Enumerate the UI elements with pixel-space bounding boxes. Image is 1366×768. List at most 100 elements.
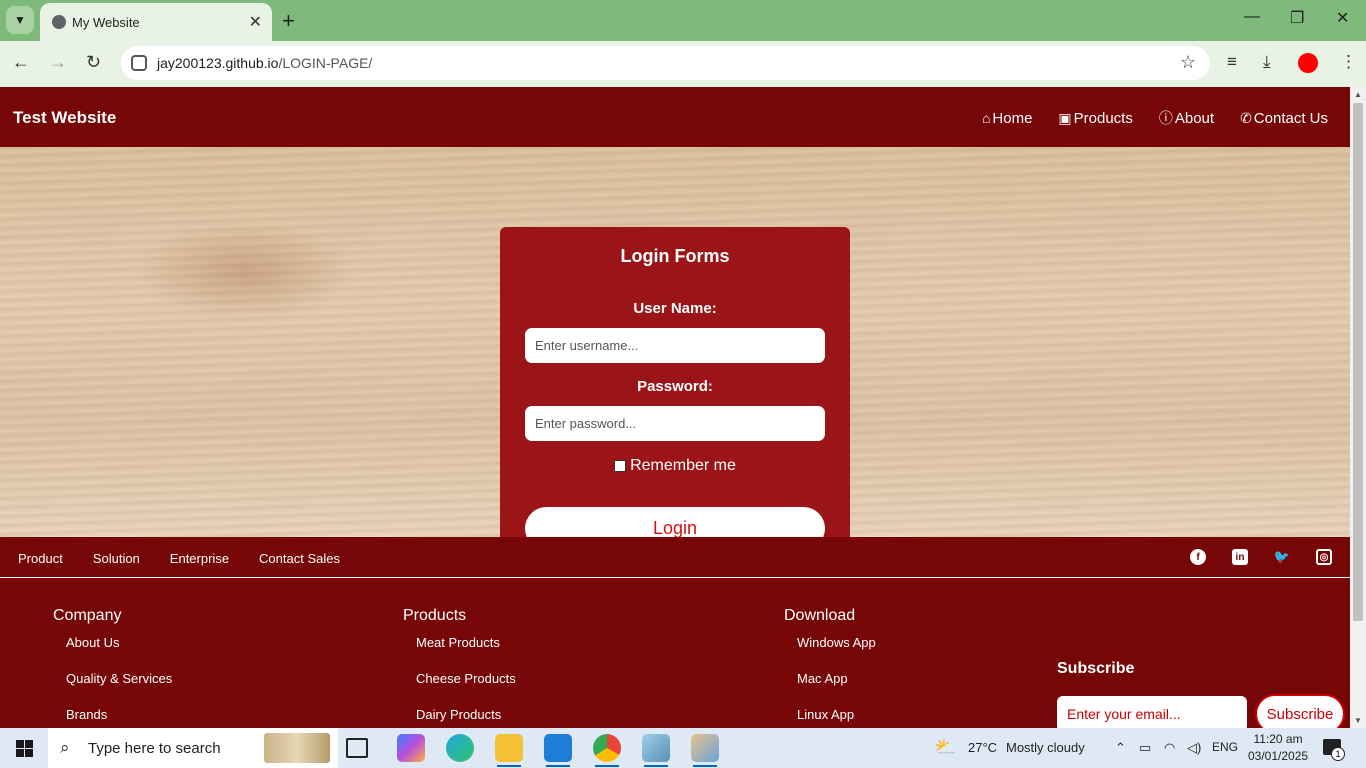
address-bar[interactable]: jay200123.github.io/LOGIN-PAGE/ ☆ [121, 46, 1210, 80]
username-label: User Name: [633, 300, 717, 317]
nav-contact-label: Contact Us [1253, 109, 1328, 127]
footer-link[interactable]: Windows App [797, 635, 876, 671]
footer-link[interactable]: Linux App [797, 707, 876, 728]
password-input[interactable]: Enter password... [525, 406, 825, 441]
paint-icon[interactable] [691, 734, 719, 767]
footer-top-links: Product Solution Enterprise Contact Sale… [18, 551, 340, 566]
taskbar-search-placeholder: Type here to search [88, 739, 221, 757]
footer-divider [0, 577, 1350, 578]
more-menu-icon[interactable]: ⋮ [1340, 52, 1357, 72]
footer-column-download: Download Windows App Mac App Linux App [784, 607, 876, 728]
subscribe-button[interactable]: Subscribe [1255, 694, 1345, 728]
chrome-icon[interactable] [593, 734, 621, 767]
site-header: Test Website ⌂ Home ▣ Products ⓘ About ✆ Con… [0, 87, 1350, 147]
footer-link[interactable]: Quality & Services [66, 671, 172, 707]
footer-link[interactable]: Dairy Products [416, 707, 516, 728]
edge-icon[interactable] [446, 734, 474, 762]
tab-title: My Website [72, 14, 140, 30]
remember-me: Remember me [500, 457, 850, 475]
linkedin-icon[interactable]: in [1232, 549, 1248, 565]
tab-search-button[interactable]: ▼ [6, 6, 34, 34]
site-nav: ⌂ Home ▣ Products ⓘ About ✆ Contact Us [982, 108, 1328, 128]
footer-link-solution[interactable]: Solution [93, 551, 140, 566]
site-info-icon[interactable] [131, 55, 147, 71]
url-host: jay200123.github.io [157, 55, 279, 71]
media-control-icon[interactable]: ≡ [1227, 52, 1237, 72]
login-form: Login Forms User Name: Enter username...… [500, 227, 850, 577]
browser-toolbar: ← → ↻ jay200123.github.io/LOGIN-PAGE/ ☆ … [0, 41, 1366, 87]
login-title: Login Forms [620, 246, 730, 266]
minimize-button[interactable]: — [1244, 8, 1260, 26]
scroll-down-icon[interactable]: ▼ [1354, 716, 1362, 725]
close-window-button[interactable]: ✕ [1336, 8, 1349, 28]
windows-start-icon[interactable] [16, 740, 33, 757]
forward-button[interactable]: → [49, 52, 67, 73]
system-clock[interactable]: 11:20 am 03/01/2025 [1248, 731, 1308, 765]
footer-link[interactable]: Mac App [797, 671, 876, 707]
footer-link-product[interactable]: Product [18, 551, 63, 566]
scroll-up-icon[interactable]: ▲ [1354, 90, 1362, 99]
nav-home-label: Home [992, 109, 1033, 127]
taskbar-search[interactable]: ⌕ Type here to search [48, 728, 338, 768]
copilot-icon[interactable] [397, 734, 425, 762]
password-label: Password: [637, 378, 713, 395]
nav-products[interactable]: ▣ Products [1058, 108, 1132, 128]
windows-taskbar: ⌕ Type here to search ⛅ 27°C Mostly clou… [0, 728, 1366, 768]
page-scrollbar[interactable]: ▲ ▼ [1350, 87, 1366, 728]
wood-background: Login Forms User Name: Enter username...… [0, 147, 1350, 577]
clock-time: 11:20 am [1253, 732, 1303, 746]
reload-button[interactable]: ↻ [86, 52, 101, 73]
restore-button[interactable]: ❐ [1290, 8, 1304, 28]
social-links: f in 🐦 ◎ [1190, 549, 1332, 565]
remember-me-checkbox[interactable] [614, 460, 627, 472]
file-explorer-icon[interactable] [495, 734, 523, 767]
task-view-icon[interactable] [346, 738, 368, 758]
footer-link[interactable]: About Us [66, 635, 172, 671]
back-button[interactable]: ← [12, 52, 30, 73]
footer-link[interactable]: Cheese Products [416, 671, 516, 707]
instagram-icon[interactable]: ◎ [1316, 549, 1332, 565]
footer-link[interactable]: Brands [66, 707, 172, 728]
weather-desc[interactable]: Mostly cloudy [1006, 740, 1085, 755]
facebook-icon[interactable]: f [1190, 549, 1206, 565]
scrollbar-thumb[interactable] [1353, 103, 1363, 621]
username-placeholder: Enter username... [535, 338, 639, 353]
tray-chevron-up-icon[interactable]: ⌃ [1115, 740, 1126, 756]
column-title: Company [53, 607, 122, 624]
nav-products-label: Products [1073, 109, 1133, 127]
footer-link-enterprise[interactable]: Enterprise [170, 551, 229, 566]
battery-icon[interactable]: ▭ [1139, 740, 1151, 756]
profile-avatar[interactable] [1298, 53, 1318, 73]
nav-about[interactable]: ⓘ About [1159, 108, 1214, 128]
new-tab-button[interactable]: + [282, 8, 295, 34]
download-icon[interactable]: ⤓ [1263, 52, 1271, 72]
footer-column-company: Company About Us Quality & Services Bran… [53, 607, 172, 728]
cloud-icon[interactable]: ⛅ [934, 737, 956, 758]
weather-temp[interactable]: 27°C [968, 740, 997, 755]
browser-tab[interactable]: My Website ✕ [40, 3, 272, 41]
subscribe-email-input[interactable]: Enter your email... [1057, 696, 1247, 728]
search-highlight-image [264, 733, 330, 763]
language-indicator[interactable]: ENG [1212, 740, 1238, 754]
wifi-icon[interactable]: ◠ [1164, 740, 1175, 756]
phone-icon: ✆ [1240, 109, 1252, 126]
nav-about-label: About [1174, 109, 1215, 127]
close-tab-icon[interactable]: ✕ [249, 12, 262, 32]
column-title: Download [784, 607, 856, 624]
footer-link-contact-sales[interactable]: Contact Sales [259, 551, 340, 566]
info-icon: ⓘ [1158, 110, 1173, 126]
subscribe-title: Subscribe [1057, 660, 1135, 677]
vscode-icon[interactable] [544, 734, 572, 767]
volume-icon[interactable]: ◁) [1187, 740, 1201, 756]
bookmark-star-icon[interactable]: ☆ [1180, 52, 1196, 73]
globe-icon [52, 15, 66, 29]
nav-home[interactable]: ⌂ Home [982, 108, 1032, 128]
nav-contact[interactable]: ✆ Contact Us [1240, 108, 1328, 128]
twitter-icon[interactable]: 🐦 [1274, 549, 1290, 565]
app-icon[interactable] [642, 734, 670, 767]
username-input[interactable]: Enter username... [525, 328, 825, 363]
site-brand[interactable]: Test Website [13, 108, 116, 128]
footer-link[interactable]: Meat Products [416, 635, 516, 671]
remember-me-label[interactable]: Remember me [630, 457, 736, 475]
home-icon: ⌂ [981, 110, 991, 126]
